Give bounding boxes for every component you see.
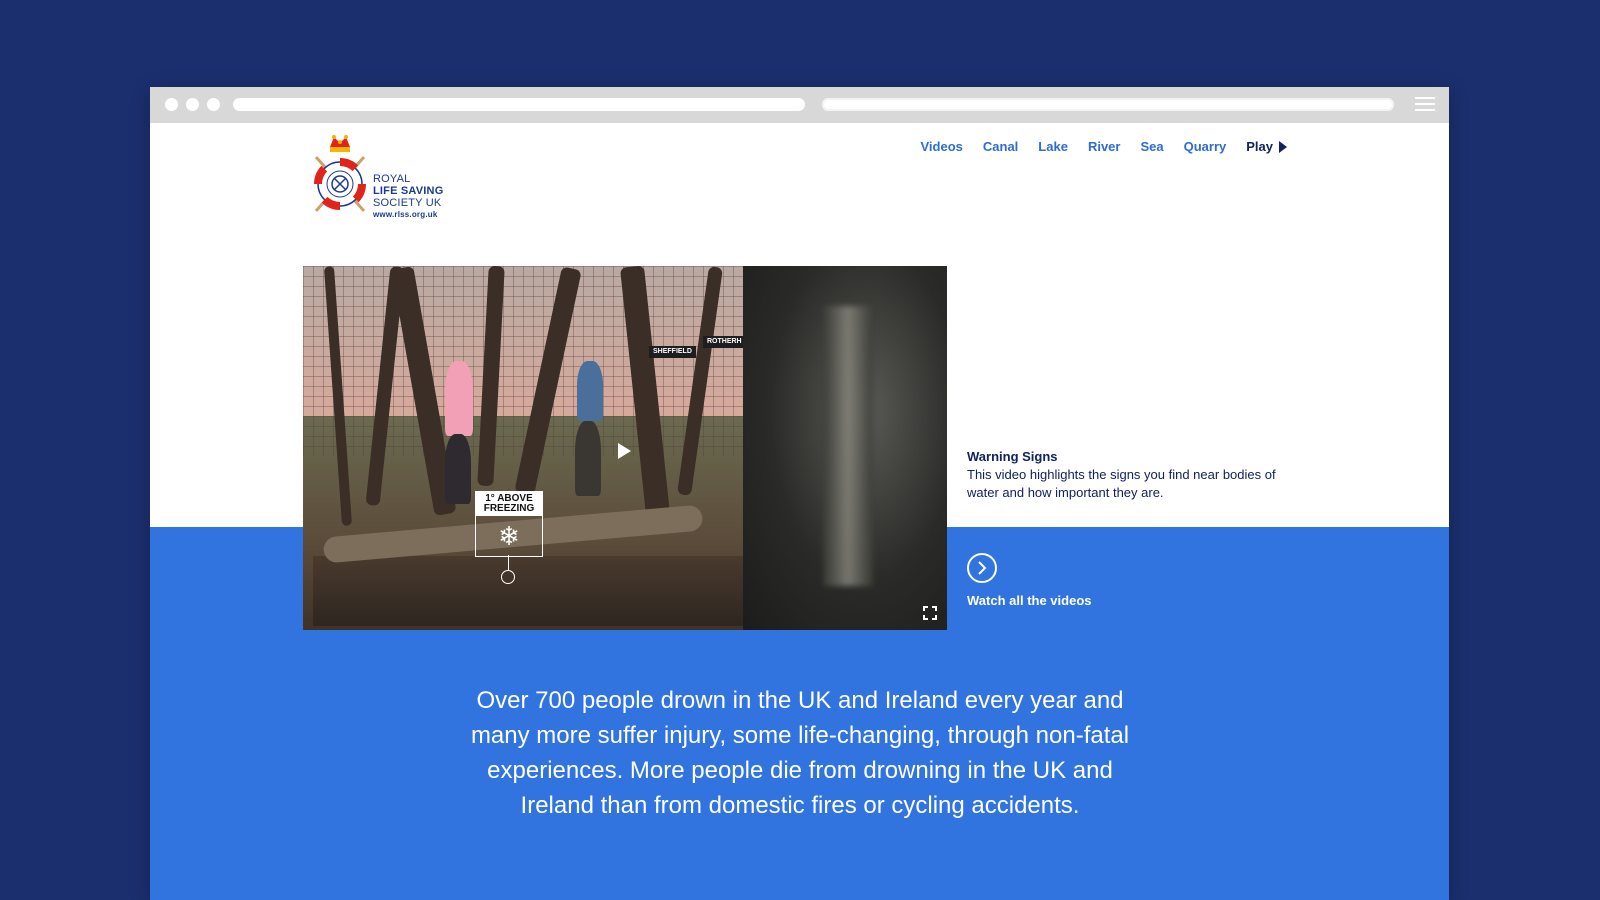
snowflake-icon: ❄: [498, 521, 520, 551]
window-dot-minimize[interactable]: [186, 98, 199, 111]
browser-window: ROYAL LIFE SAVING SOCIETY UK www.rlss.or…: [150, 87, 1449, 900]
video-player[interactable]: SHEFFIELD ROTHERH 4M 1° ABOVE FREEZING ❄: [303, 266, 947, 630]
window-dot-close[interactable]: [165, 98, 178, 111]
website: ROYAL LIFE SAVING SOCIETY UK www.rlss.or…: [150, 123, 1449, 900]
nav-item-canal[interactable]: Canal: [983, 139, 1018, 154]
logo-url: www.rlss.org.uk: [373, 210, 438, 219]
logo-line-life-saving: LIFE SAVING: [373, 185, 444, 197]
nav-item-videos[interactable]: Videos: [921, 139, 963, 154]
play-icon: [617, 443, 631, 459]
freezing-indicator: 1° ABOVE FREEZING ❄: [475, 491, 543, 557]
nav-item-quarry[interactable]: Quarry: [1184, 139, 1227, 154]
video-sign-sheffield: SHEFFIELD: [649, 346, 696, 358]
nav-item-river[interactable]: River: [1088, 139, 1121, 154]
rlss-crest-icon: [314, 135, 366, 212]
watch-all-label: Watch all the videos: [967, 593, 1092, 608]
video-tree-bark: [823, 306, 873, 586]
logo-line-royal: ROYAL: [373, 173, 411, 185]
video-girl-legs: [445, 434, 471, 504]
play-arrow-icon: [1279, 140, 1287, 153]
address-bar[interactable]: [233, 98, 805, 111]
indicator-stem: [508, 555, 509, 571]
video-info: Warning Signs This video highlights the …: [967, 448, 1307, 502]
window-dot-maximize[interactable]: [207, 98, 220, 111]
nav-item-sea[interactable]: Sea: [1140, 139, 1163, 154]
video-title: Warning Signs: [967, 449, 1058, 464]
nav-item-lake[interactable]: Lake: [1038, 139, 1068, 154]
video-boy: [577, 361, 603, 421]
freezing-label: 1° ABOVE FREEZING: [476, 492, 542, 516]
fullscreen-icon[interactable]: [923, 606, 937, 620]
logo-text: ROYAL LIFE SAVING SOCIETY UK www.rlss.or…: [373, 173, 443, 221]
hamburger-menu-icon[interactable]: [1415, 97, 1435, 112]
video-girl: [445, 361, 473, 436]
video-stream: [313, 556, 743, 626]
chevron-right-circle-icon: [967, 553, 997, 583]
rlss-logo[interactable]: ROYAL LIFE SAVING SOCIETY UK www.rlss.or…: [310, 133, 450, 219]
video-play-button[interactable]: [603, 434, 645, 468]
indicator-circle: [501, 570, 515, 584]
watch-all-videos-link[interactable]: Watch all the videos: [967, 553, 1092, 608]
main-nav: Videos Canal Lake River Sea Quarry Play: [921, 139, 1287, 154]
drowning-statistic: Over 700 people drown in the UK and Irel…: [470, 687, 1130, 819]
nav-item-play[interactable]: Play: [1246, 139, 1287, 154]
browser-chrome: [150, 87, 1449, 123]
video-description: This video highlights the signs you find…: [967, 467, 1276, 500]
search-bar[interactable]: [822, 98, 1394, 111]
nav-play-label: Play: [1246, 139, 1273, 154]
logo-line-society: SOCIETY UK: [373, 197, 442, 209]
video-boy-legs: [575, 421, 601, 496]
